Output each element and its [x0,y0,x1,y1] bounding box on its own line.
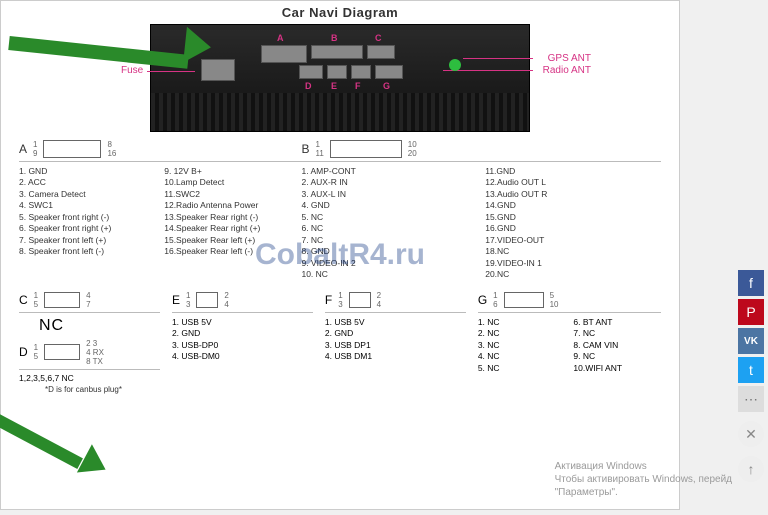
conn-f-dev [351,65,371,79]
scroll-top-button[interactable]: ↑ [738,456,764,482]
connector-grid-bottom: C 15 47 NC D 15 2 3 4 RX 8 TX 1,2,3,5,6,… [1,289,679,394]
dev-letter-f: F [355,81,361,91]
section-b: B 111 1020 1. AMP-CONT 2. AUX-R IN 3. AU… [301,138,661,287]
conn-c-icon [44,292,80,308]
close-button[interactable]: ✕ [738,421,764,447]
share-vk-button[interactable]: VK [738,328,764,354]
share-pinterest-button[interactable]: P [738,299,764,325]
sec-c-nc: NC [39,317,160,335]
radio-ant-port [449,59,461,71]
share-twitter-button[interactable]: t [738,357,764,383]
share-more-button[interactable]: ⋯ [738,386,764,412]
conn-g-dev [375,65,403,79]
dev-letter-e: E [331,81,337,91]
section-e: E 13 24 1. USB 5V 2. GND 3. USB-DP0 4. U… [172,289,313,394]
section-f: F 13 24 1. USB 5V 2. GND 3. USB DP1 4. U… [325,289,466,394]
gps-ant-label: GPS ANT [548,53,591,64]
radio-ant-label: Radio ANT [543,65,591,76]
conn-c-dev [367,45,395,59]
sec-b-pinlist: 1. AMP-CONT 2. AUX-R IN 3. AUX-L IN 4. G… [301,161,661,287]
windows-activation-overlay: Активация Windows Чтобы активировать Win… [555,460,732,499]
fuse-label: Fuse [121,65,143,76]
dev-letter-c: C [375,33,382,43]
canbus-note: *D is for canbus plug* [19,383,160,394]
sec-a-letter: A [19,142,27,156]
gps-line [463,58,533,59]
sec-a-pins-r: 816 [107,140,116,158]
conn-g-icon [504,292,544,308]
dev-letter-g: G [383,81,390,91]
connector-grid-top: A 19 816 1. GND 2. ACC 3. Camera Detect … [1,136,679,289]
conn-b-dev [311,45,363,59]
conn-e-icon [196,292,218,308]
dev-letter-a: A [277,33,284,43]
section-a: A 19 816 1. GND 2. ACC 3. Camera Detect … [19,138,301,287]
sec-a-pins-l: 19 [33,140,37,158]
conn-d-icon [44,344,80,360]
diagram-page: Car Navi Diagram Fuse GPS ANT Radio ANT … [0,0,680,510]
share-facebook-button[interactable]: f [738,270,764,296]
share-sidebar: f P VK t ⋯ ✕ ↑ [738,270,764,482]
conn-a-icon [43,140,101,158]
section-g: G 16 510 1. NC 2. NC 3. NC 4. NC 5. NC 6… [478,289,661,394]
dev-letter-d: D [305,81,312,91]
section-c-d: C 15 47 NC D 15 2 3 4 RX 8 TX 1,2,3,5,6,… [19,289,160,394]
conn-d-dev [299,65,323,79]
sec-a-pinlist: 1. GND 2. ACC 3. Camera Detect 4. SWC1 5… [19,161,301,264]
fuse-line [147,71,195,72]
dev-letter-b: B [331,33,338,43]
conn-a-dev [261,45,307,63]
conn-b-icon [330,140,402,158]
page-title: Car Navi Diagram [1,1,679,22]
conn-e-dev [327,65,347,79]
sec-b-letter: B [301,142,309,156]
conn-f-icon [349,292,371,308]
